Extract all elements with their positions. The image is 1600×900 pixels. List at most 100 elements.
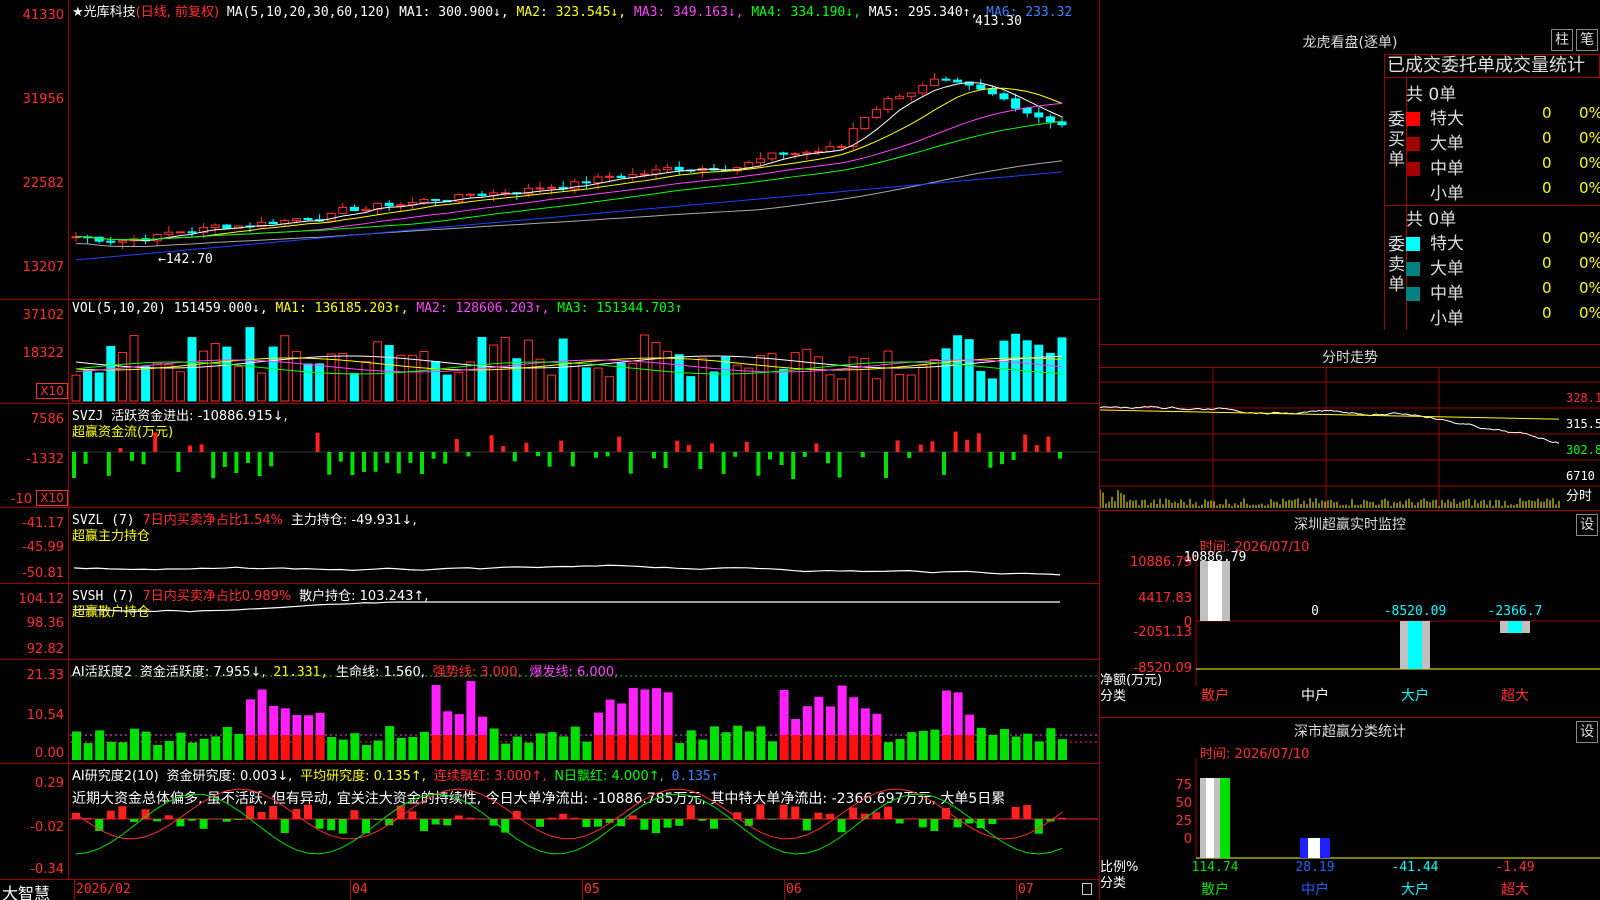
volume-bar bbox=[349, 372, 359, 402]
volume-bar bbox=[964, 339, 974, 402]
stats-y-label: 50 bbox=[1175, 796, 1192, 811]
activity-bar bbox=[246, 699, 255, 735]
activity-bar bbox=[837, 685, 847, 735]
volume-bar bbox=[1045, 352, 1055, 402]
stats-chart[interactable]: 75 50 25 0114.74 28.19 -41.44 -1.49 散户 中户 大户 超大 bbox=[1100, 718, 1600, 900]
svzl-panel[interactable]: -41.17 -45.99 -50.81 SVZL (7) 7日内买卖净占比1.… bbox=[0, 508, 1100, 584]
stats-bar bbox=[1200, 778, 1230, 858]
flow-bar bbox=[350, 452, 355, 475]
volume-label: 37102 bbox=[22, 308, 64, 323]
research-bar bbox=[164, 815, 173, 819]
activity-bar bbox=[454, 714, 464, 735]
order-count: 0 bbox=[1542, 104, 1552, 122]
svsh-panel[interactable]: 104.12 98.36 92.82 SVSH (7) 7日内买卖净占比0.98… bbox=[0, 584, 1100, 660]
candle bbox=[941, 76, 951, 82]
ai-activity-chart[interactable] bbox=[70, 660, 1098, 764]
order-size-label: 大单 bbox=[1430, 134, 1464, 154]
flow-bar bbox=[826, 452, 830, 464]
volume-bar bbox=[315, 363, 325, 402]
activity-bar bbox=[849, 735, 859, 760]
flow-bar bbox=[1011, 452, 1016, 461]
flow-bar bbox=[489, 435, 494, 452]
research-bar bbox=[814, 812, 823, 819]
activity-bar bbox=[675, 743, 685, 760]
order-size-label: 小单 bbox=[1430, 184, 1464, 204]
activity-bar bbox=[640, 735, 650, 760]
volume-bar bbox=[929, 359, 939, 402]
high-price-label: 413.30 bbox=[975, 14, 1022, 29]
flow-bar bbox=[153, 432, 158, 452]
volume-bar bbox=[454, 372, 464, 402]
flow-bar bbox=[976, 433, 981, 452]
intraday-panel[interactable]: 分时走势 328.1 315.5 302.8 6710 分时 bbox=[1100, 345, 1600, 511]
stats-value: -41.44 bbox=[1392, 860, 1439, 875]
monitor-panel[interactable]: 深圳超赢实时监控 设 时间: 2026/07/10 10886.79 4417.8… bbox=[1100, 511, 1600, 718]
svzj-panel[interactable]: 7586 -1332 -10 X10 SVZJ 活跃资金进出: -10886.9… bbox=[0, 404, 1100, 508]
flow-bar bbox=[1023, 434, 1028, 452]
stats-panel[interactable]: 深市超赢分类统计 设 时间: 2026/07/10 75 50 25 0 114.74 2… bbox=[1100, 718, 1600, 900]
ai-activity-panel[interactable]: 21.33 10.54 0.00 AI活跃度2 资金活跃度: 7.955↓, 2… bbox=[0, 660, 1100, 764]
activity-bar bbox=[280, 708, 290, 735]
flow-bar bbox=[617, 436, 622, 452]
stats-y-label: 25 bbox=[1175, 814, 1192, 829]
volume-bar bbox=[419, 351, 429, 402]
volume-bar bbox=[663, 350, 673, 402]
lock-icon[interactable] bbox=[1082, 883, 1092, 895]
activity-bar bbox=[942, 735, 951, 760]
longhu-tabs[interactable]: 已成交委托单成交量统计 bbox=[1384, 54, 1600, 78]
order-percent: 0% bbox=[1579, 254, 1600, 272]
tick-view-button[interactable]: 笔 bbox=[1576, 29, 1598, 51]
volume-panel[interactable]: 37102 18322 X10 VOL(5,10,20) 151459.000↓… bbox=[0, 300, 1100, 404]
order-row: 中单 0 0% bbox=[1406, 154, 1600, 179]
volume-bar bbox=[837, 378, 847, 402]
svzj-chart[interactable] bbox=[70, 404, 1098, 508]
volume-bar bbox=[407, 354, 417, 402]
flow-bar bbox=[536, 452, 540, 457]
research-bar bbox=[570, 817, 579, 819]
research-bar bbox=[837, 819, 846, 833]
research-bar bbox=[652, 819, 660, 834]
activity-bar bbox=[431, 685, 441, 735]
activity-bar bbox=[698, 739, 708, 760]
activity-bar bbox=[385, 726, 395, 760]
app-logo[interactable]: 大智慧 bbox=[2, 880, 50, 900]
activity-bar bbox=[605, 699, 615, 735]
flow-bar bbox=[918, 444, 923, 452]
candle bbox=[83, 234, 93, 244]
volume-bar bbox=[152, 362, 162, 402]
candle bbox=[651, 164, 661, 180]
flow-bar bbox=[1046, 436, 1051, 452]
research-bar bbox=[153, 819, 162, 822]
bar-view-button[interactable]: 柱 bbox=[1551, 29, 1573, 51]
volume-chart[interactable] bbox=[70, 314, 1098, 403]
ai-research-panel[interactable]: 0.29 -0.02 -0.34 AI研究度2(10) 资金研究度: 0.003… bbox=[0, 764, 1100, 880]
intraday-price-line bbox=[1100, 405, 1560, 444]
research-bar bbox=[466, 817, 475, 819]
svsh-chart[interactable] bbox=[70, 584, 1098, 660]
flow-bar bbox=[953, 431, 958, 452]
flow-bar bbox=[756, 452, 761, 476]
stats-value: 28.19 bbox=[1295, 860, 1334, 875]
kline-panel[interactable]: 41330 31956 22582 13207 ★光库科技(日线, 前复权) M… bbox=[0, 0, 1100, 300]
intraday-chart[interactable] bbox=[1100, 368, 1600, 511]
flow-bar bbox=[559, 440, 564, 452]
activity-bar bbox=[164, 740, 174, 760]
ai-research-chart[interactable] bbox=[70, 764, 1098, 880]
flow-bar bbox=[802, 452, 807, 457]
order-size-label: 中单 bbox=[1430, 284, 1464, 304]
activity-bar bbox=[257, 689, 267, 735]
kline-chart[interactable] bbox=[70, 16, 1098, 298]
volume-bar bbox=[106, 345, 116, 402]
research-bar bbox=[315, 819, 324, 829]
monitor-chart[interactable]: 10886.79 4417.83 0 -2051.13 -8520.09 10886.79… bbox=[1100, 511, 1600, 718]
monitor-category: 中户 bbox=[1301, 687, 1329, 704]
order-count: 0 bbox=[1542, 179, 1552, 197]
research-bar bbox=[756, 804, 765, 819]
svzl-chart[interactable] bbox=[70, 508, 1098, 584]
order-percent: 0% bbox=[1579, 104, 1600, 122]
volume-bar bbox=[1011, 333, 1021, 402]
activity-bar bbox=[176, 732, 186, 760]
activity-bar bbox=[478, 716, 487, 735]
activity-bar bbox=[686, 730, 696, 760]
flow-bar bbox=[779, 452, 784, 466]
